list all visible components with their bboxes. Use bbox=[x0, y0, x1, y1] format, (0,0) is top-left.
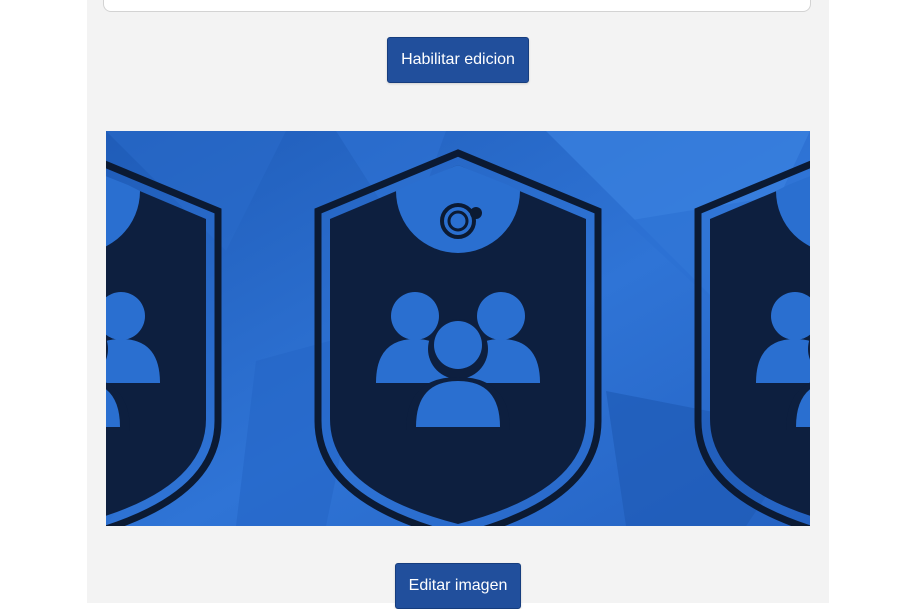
banner-graphic bbox=[106, 131, 810, 526]
content-panel: Habilitar edicion Editar imagen bbox=[87, 0, 829, 609]
enable-edit-button[interactable]: Habilitar edicion bbox=[387, 37, 529, 83]
text-field[interactable] bbox=[103, 0, 811, 12]
banner-image bbox=[106, 131, 810, 526]
edit-image-button[interactable]: Editar imagen bbox=[395, 563, 521, 609]
